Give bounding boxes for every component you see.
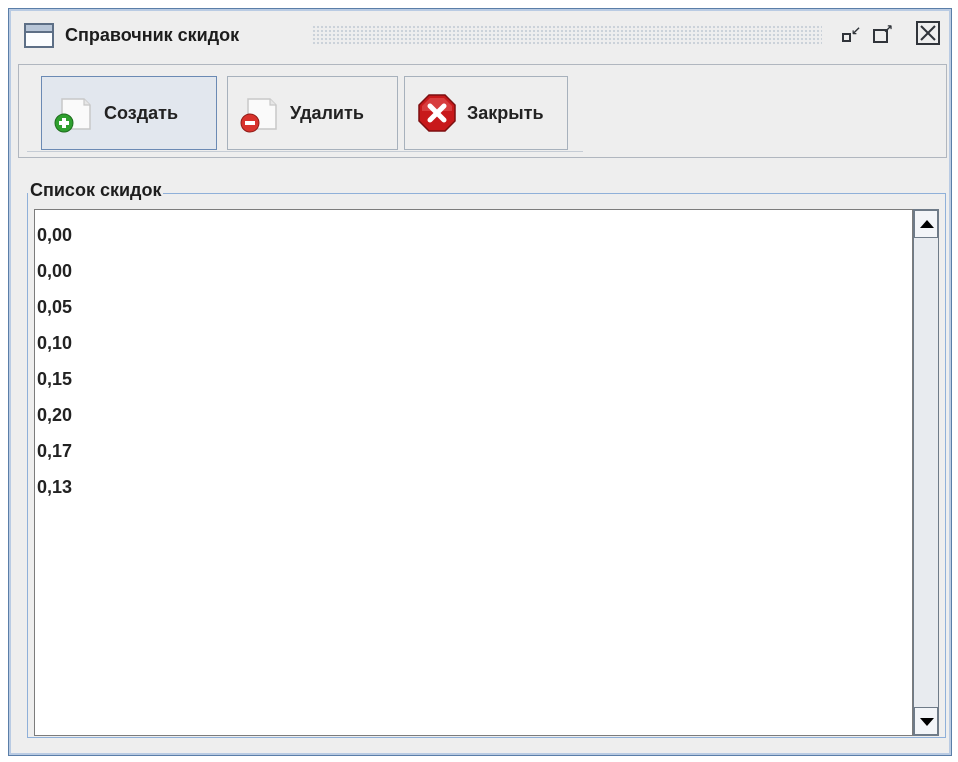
scroll-track[interactable] bbox=[914, 238, 938, 707]
remove-document-icon bbox=[236, 89, 284, 137]
close-icon[interactable] bbox=[916, 21, 940, 45]
delete-button[interactable]: Удалить bbox=[227, 76, 398, 150]
create-button[interactable]: Создать bbox=[41, 76, 217, 150]
window-title: Справочник скидок bbox=[65, 25, 240, 45]
toolbar: Создать Удалить Закрыть bbox=[18, 64, 947, 158]
title-bar[interactable]: Справочник скидок ↙ ↗ bbox=[3, 3, 940, 55]
add-document-icon bbox=[50, 89, 98, 137]
create-button-label: Создать bbox=[104, 102, 179, 123]
discount-list[interactable]: 0,00 0,00 0,05 0,10 0,15 0,20 0,17 0,13 bbox=[34, 209, 913, 736]
vertical-scrollbar[interactable] bbox=[913, 209, 939, 736]
delete-button-label: Удалить bbox=[290, 102, 364, 123]
list-item[interactable]: 0,13 bbox=[35, 469, 912, 505]
window-icon bbox=[24, 23, 54, 48]
close-button-label: Закрыть bbox=[467, 102, 544, 123]
maximize-icon[interactable]: ↗ bbox=[871, 23, 893, 45]
list-item[interactable]: 0,15 bbox=[35, 361, 912, 397]
list-item[interactable]: 0,00 bbox=[35, 253, 912, 289]
list-item[interactable]: 0,20 bbox=[35, 397, 912, 433]
list-item[interactable]: 0,10 bbox=[35, 325, 912, 361]
list-items: 0,00 0,00 0,05 0,10 0,15 0,20 0,17 0,13 bbox=[35, 210, 912, 505]
title-bar-grip[interactable] bbox=[312, 25, 822, 45]
close-button[interactable]: Закрыть bbox=[404, 76, 568, 150]
minimize-icon[interactable]: ↙ bbox=[839, 23, 861, 45]
list-item[interactable]: 0,05 bbox=[35, 289, 912, 325]
list-item[interactable]: 0,00 bbox=[35, 217, 912, 253]
stop-close-icon bbox=[413, 89, 461, 137]
list-item[interactable]: 0,17 bbox=[35, 433, 912, 469]
toolbar-row: Создать Удалить Закрыть bbox=[27, 73, 583, 152]
discount-list-title: Список скидок bbox=[28, 180, 164, 201]
scroll-down-icon[interactable] bbox=[914, 707, 938, 735]
scroll-up-icon[interactable] bbox=[914, 210, 938, 238]
